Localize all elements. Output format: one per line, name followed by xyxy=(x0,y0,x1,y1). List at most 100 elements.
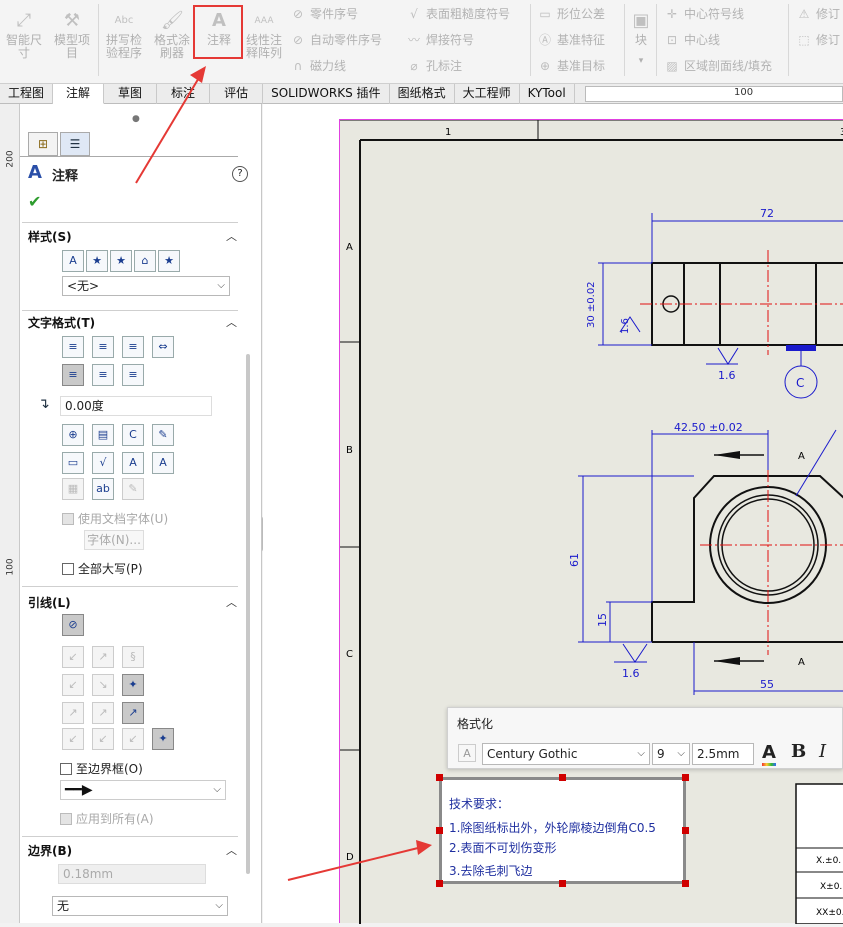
tab-kytool[interactable]: KYTool xyxy=(520,84,575,104)
border-section-header[interactable]: 边界(B) xyxy=(28,842,72,859)
valign-bottom-icon[interactable]: ≡ xyxy=(122,364,144,386)
stack-note-icon[interactable]: A xyxy=(152,452,174,474)
collapse-icon[interactable]: ︿ xyxy=(226,314,237,330)
load-style-icon[interactable]: ★ xyxy=(158,250,180,272)
leader-section-header[interactable]: 引线(L) xyxy=(28,594,71,611)
font-style-icon[interactable]: A xyxy=(458,744,476,762)
surface-finish-button[interactable]: √ 表面粗糙度符号 xyxy=(406,3,510,25)
tab-drawing[interactable]: 工程图 xyxy=(0,84,54,104)
resize-handle[interactable] xyxy=(682,774,689,781)
resize-handle[interactable] xyxy=(436,880,443,887)
leader-nearest-icon[interactable]: ↗ xyxy=(122,702,144,724)
insert-hyperlink-icon[interactable]: ⊕ xyxy=(62,424,84,446)
note-line[interactable]: 3.去除毛刺飞边 xyxy=(449,862,532,879)
add-style-icon[interactable]: ★ xyxy=(86,250,108,272)
italic-button[interactable]: I xyxy=(819,741,826,762)
smart-dimension-button[interactable]: ⤢ 智能尺 寸 xyxy=(2,4,46,76)
linear-note-pattern-button[interactable]: AAA 线性注 释阵列 xyxy=(244,4,284,76)
valign-middle-icon[interactable]: ≡ xyxy=(92,364,114,386)
align-center-icon[interactable]: ≡ xyxy=(92,336,114,358)
help-icon[interactable]: ? xyxy=(232,166,248,182)
to-border-checkbox[interactable]: 至边界框(O) xyxy=(60,760,143,777)
feature-manager-tab-icon[interactable]: ⊞ xyxy=(28,132,58,156)
border-style-select[interactable]: 无 ⌵ xyxy=(52,896,228,916)
resize-handle[interactable] xyxy=(682,827,689,834)
hole-callout-button[interactable]: ⌀ 孔标注 xyxy=(406,55,462,77)
revision-cloud-button[interactable]: ⬚ 修订 xyxy=(796,29,840,51)
align-left-icon[interactable]: ≡ xyxy=(62,336,84,358)
roughness-value: 1.6 xyxy=(620,318,631,334)
arrow-style-select[interactable]: ━━▶ ⌵ xyxy=(60,780,226,800)
tab-annotation[interactable]: 注解 xyxy=(53,84,105,104)
panel-grip-icon[interactable]: ● xyxy=(132,114,140,124)
weld-symbol-button[interactable]: 〰焊接符号 xyxy=(406,29,474,51)
section-divider xyxy=(22,222,238,223)
revision-symbol-button[interactable]: ⚠ 修订 xyxy=(796,3,840,25)
no-leader-icon[interactable]: ⊘ xyxy=(62,614,84,636)
surface-finish-icon[interactable]: √ xyxy=(92,452,114,474)
resize-handle[interactable] xyxy=(436,774,443,781)
format-painter-button[interactable]: 🖌 格式涂 刷器 xyxy=(150,4,194,76)
magnetic-line-button[interactable]: ∩ 磁力线 xyxy=(290,55,346,77)
datum-feature-icon[interactable]: A xyxy=(122,452,144,474)
tab-solidworks-addins[interactable]: SOLIDWORKS 插件 xyxy=(263,84,390,104)
tab-markup[interactable]: 标注 xyxy=(157,84,211,104)
tab-engineer[interactable]: 大工程师 xyxy=(455,84,520,104)
note-line[interactable]: 技术要求： xyxy=(449,795,509,812)
nearest-leader-icon[interactable]: ✦ xyxy=(122,674,144,696)
geometric-tolerance-button[interactable]: ▭ 形位公差 xyxy=(537,3,605,25)
block-icon: ▣ xyxy=(632,10,650,31)
balloon-button[interactable]: ⊘ 零件序号 xyxy=(290,3,358,25)
text-height-input[interactable]: 2.5mm xyxy=(692,743,754,765)
insert-tolerance-icon[interactable]: ▭ xyxy=(62,452,84,474)
justify-icon[interactable]: ⇔ xyxy=(152,336,174,358)
datum-feature-button[interactable]: Ⓐ 基准特征 xyxy=(537,29,605,51)
resize-handle[interactable] xyxy=(559,880,566,887)
model-items-button[interactable]: ⚒ 模型项 目 xyxy=(50,4,94,76)
spell-check-icon[interactable]: ab xyxy=(92,478,114,500)
note-text-box[interactable]: 技术要求： 1.除图纸标出外，外轮廓棱边倒角C0.5 2.表面不可划伤变形 3.… xyxy=(439,777,686,884)
auto-balloon-button[interactable]: ⊘ 自动零件序号 xyxy=(290,29,382,51)
resize-handle[interactable] xyxy=(559,774,566,781)
centerline-button[interactable]: ⊡ 中心线 xyxy=(664,29,720,51)
note-line[interactable]: 2.表面不可划伤变形 xyxy=(449,839,556,856)
resize-handle[interactable] xyxy=(436,827,443,834)
checkbox-icon xyxy=(62,513,74,525)
property-manager-tab-icon[interactable]: ☰ xyxy=(60,132,90,156)
collapse-icon[interactable]: ︿ xyxy=(226,594,237,610)
ok-icon[interactable]: ✔ xyxy=(28,192,41,211)
resize-handle[interactable] xyxy=(682,880,689,887)
collapse-icon[interactable]: ︿ xyxy=(226,228,237,244)
leader-auto-icon[interactable]: ✦ xyxy=(152,728,174,750)
center-mark-button[interactable]: ✛ 中心符号线 xyxy=(664,3,744,25)
add-symbol-icon[interactable]: C xyxy=(122,424,144,446)
font-select[interactable]: Century Gothic ⌵ xyxy=(482,743,650,765)
font-size-select[interactable]: 9 ⌵ xyxy=(652,743,690,765)
angle-input[interactable]: 0.00度 xyxy=(60,396,212,416)
title-block xyxy=(795,783,843,925)
panel-scrollbar[interactable] xyxy=(246,354,250,874)
spell-check-button[interactable]: Abc 拼写检 验程序 xyxy=(102,4,146,76)
note-line[interactable]: 1.除图纸标出外，外轮廓棱边倒角C0.5 xyxy=(449,819,656,836)
all-caps-checkbox[interactable]: 全部大写(P) xyxy=(62,560,143,577)
style-select[interactable]: <无> ⌵ xyxy=(62,276,230,296)
valign-top-icon[interactable]: ≡ xyxy=(62,364,84,386)
datum-target-button[interactable]: ⊕ 基准目标 xyxy=(537,55,605,77)
apply-style-icon[interactable]: A xyxy=(62,250,84,272)
align-right-icon[interactable]: ≡ xyxy=(122,336,144,358)
text-format-section-header[interactable]: 文字格式(T) xyxy=(28,314,95,331)
lock-note-icon[interactable]: ✎ xyxy=(152,424,174,446)
area-hatch-button[interactable]: ▨ 区域剖面线/填充 xyxy=(664,55,772,77)
style-section-header[interactable]: 样式(S) xyxy=(28,228,72,245)
collapse-icon[interactable]: ︿ xyxy=(226,842,237,858)
delete-style-icon[interactable]: ★ xyxy=(110,250,132,272)
ribbon: ⤢ 智能尺 寸 ⚒ 模型项 目 Abc 拼写检 验程序 🖌 格式涂 刷器 A 注释 AAA… xyxy=(0,0,843,84)
link-to-property-icon[interactable]: ▤ xyxy=(92,424,114,446)
tab-sketch[interactable]: 草图 xyxy=(104,84,158,104)
save-style-icon[interactable]: ⌂ xyxy=(134,250,156,272)
block-button[interactable]: ▣ 块 ▾ xyxy=(628,4,654,76)
tab-evaluate[interactable]: 评估 xyxy=(210,84,264,104)
tab-sheet-format[interactable]: 图纸格式 xyxy=(390,84,455,104)
bold-button[interactable]: B xyxy=(791,741,806,762)
font-color-button[interactable]: A xyxy=(762,742,776,763)
